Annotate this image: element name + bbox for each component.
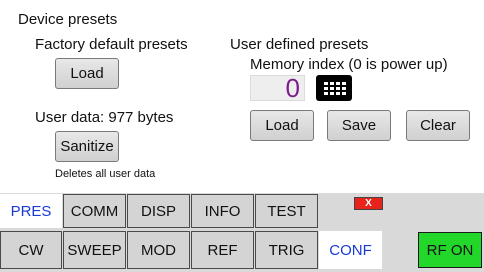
close-button[interactable]: X <box>354 197 383 210</box>
user-presets-heading: User defined presets <box>230 36 369 53</box>
keypad-icon[interactable] <box>316 75 352 101</box>
memory-index-field[interactable]: 0 <box>250 73 305 103</box>
tab-trig[interactable]: TRIG <box>255 231 318 269</box>
tab-conf[interactable]: CONF <box>319 231 382 269</box>
tab-disp[interactable]: DISP <box>127 194 190 228</box>
section-title: Device presets <box>18 11 118 28</box>
tab-test[interactable]: TEST <box>255 194 318 228</box>
memory-index-label: Memory index (0 is power up) <box>250 56 448 73</box>
rf-on-button[interactable]: RF ON <box>418 232 482 268</box>
tab-pres[interactable]: PRES <box>0 194 62 228</box>
tab-comm[interactable]: COMM <box>63 194 126 228</box>
tab-info[interactable]: INFO <box>191 194 254 228</box>
user-save-button[interactable]: Save <box>327 110 391 141</box>
user-data-label: User data: 977 bytes <box>35 109 174 126</box>
user-clear-button[interactable]: Clear <box>406 110 470 141</box>
sanitize-button[interactable]: Sanitize <box>55 131 119 162</box>
user-load-button[interactable]: Load <box>250 110 314 141</box>
sanitize-note: Deletes all user data <box>55 168 156 180</box>
tab-mod[interactable]: MOD <box>127 231 190 269</box>
factory-presets-heading: Factory default presets <box>35 36 188 53</box>
tab-ref[interactable]: REF <box>191 231 254 269</box>
tab-cw[interactable]: CW <box>0 231 62 269</box>
factory-load-button[interactable]: Load <box>55 58 119 89</box>
tab-sweep[interactable]: SWEEP <box>63 231 126 269</box>
